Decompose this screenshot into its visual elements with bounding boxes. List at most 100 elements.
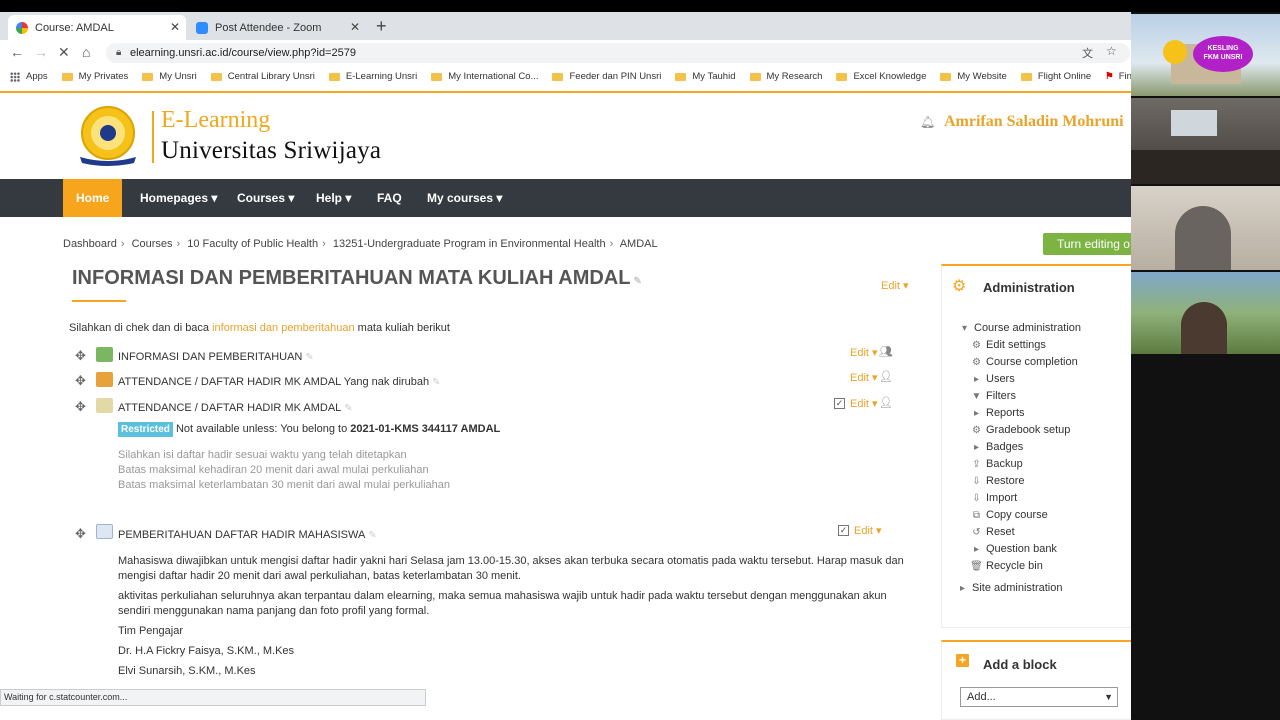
completion-checkbox[interactable]: ✓ (834, 398, 845, 409)
activity-link[interactable]: PEMBERITAHUAN DAFTAR HADIR MAHASISWA ✎ (118, 529, 377, 541)
forum-icon (96, 347, 113, 362)
notice-paragraph: Tim Pengajar (118, 625, 184, 637)
bookmark-folder[interactable]: Feeder dan PIN Unsri (552, 71, 661, 82)
group-mode-icon[interactable]: 👤︎ (879, 370, 893, 383)
site-administration-node[interactable]: ▸ Site administration (956, 582, 1063, 594)
admin-item-restore[interactable]: ⇩ Restore (970, 475, 1024, 487)
nav-home[interactable]: Home (63, 179, 123, 217)
notification-bell-icon[interactable]: 🔔︎ (920, 115, 935, 129)
activity-link[interactable]: ATTENDANCE / DAFTAR HADIR MK AMDAL Yang … (118, 376, 441, 388)
admin-item-badges[interactable]: ▸ Badges (970, 441, 1023, 453)
tab-course-amdal[interactable]: Course: AMDAL ✕ (8, 15, 186, 40)
bookmark-star-icon[interactable]: ☆ (1106, 44, 1117, 58)
attendance-note: Batas maksimal keterlambatan 30 menit da… (118, 479, 450, 491)
activity-edit-menu[interactable]: Edit ▾ (850, 346, 878, 359)
course-administration-node[interactable]: ▾ Course administration (958, 322, 1081, 334)
folder-icon (749, 72, 761, 81)
attendance-note: Batas maksimal kehadiran 20 menit dari a… (118, 464, 429, 476)
home-icon[interactable]: ⌂ (82, 44, 90, 60)
close-tab-icon[interactable]: ✕ (350, 20, 360, 34)
activity-link[interactable]: ATTENDANCE / DAFTAR HADIR MK AMDAL ✎ (118, 402, 353, 414)
bookmark-folder[interactable]: My International Co... (431, 71, 538, 82)
address-bar[interactable]: 🔒︎ elearning.unsri.ac.id/course/view.php… (106, 43, 1130, 63)
forward-icon[interactable]: → (34, 44, 48, 60)
activity-edit-menu[interactable]: Edit ▾ (850, 371, 878, 384)
activity-edit-menu[interactable]: Edit ▾ (850, 397, 878, 410)
bookmark-apps[interactable]: Apps (10, 71, 48, 82)
video-tile[interactable] (1131, 272, 1280, 354)
close-tab-icon[interactable]: ✕ (170, 20, 180, 34)
tab-title: Course: AMDAL (35, 21, 114, 34)
group-mode-icon[interactable]: 👤︎ (879, 396, 893, 409)
edit-pencil-icon: ✎ (344, 403, 353, 414)
info-link[interactable]: informasi dan pemberitahuan (212, 322, 354, 334)
activity-link[interactable]: INFORMASI DAN PEMBERITAHUAN ✎ (118, 351, 314, 363)
flag-icon: ⚑ (1105, 71, 1114, 82)
user-menu[interactable]: Amrifan Saladin Mohruni (944, 113, 1124, 131)
bookmark-folder[interactable]: My Privates (61, 71, 128, 82)
logo-subtitle: Universitas Sriwijaya (161, 137, 382, 164)
bookmark-folder[interactable]: Flight Online (1020, 71, 1091, 82)
video-tile[interactable]: KESLING FKM UNSRI (1131, 14, 1280, 96)
stop-loading-icon[interactable]: ✕ (58, 44, 70, 61)
nav-my-courses[interactable]: My courses ▾ (427, 179, 502, 217)
new-tab-icon[interactable]: + (376, 16, 387, 37)
add-block-select[interactable]: Add... ▼ (960, 687, 1118, 707)
bookmark-folder[interactable]: My Unsri (142, 71, 197, 82)
breadcrumb-dashboard[interactable]: Dashboard (63, 238, 117, 250)
admin-item-copy-course[interactable]: ⧉ Copy course (970, 509, 1048, 521)
folder-icon (431, 72, 443, 81)
video-tile[interactable] (1131, 186, 1280, 270)
import-icon: ⇩ (972, 492, 981, 504)
admin-item-reports[interactable]: ▸ Reports (970, 407, 1025, 419)
admin-item-users[interactable]: ▸ Users (970, 373, 1015, 385)
bookmark-folder[interactable]: Central Library Unsri (210, 71, 315, 82)
bookmark-folder[interactable]: My Research (749, 71, 822, 82)
edit-pencil-icon[interactable]: ✎ (633, 276, 641, 287)
section-edit-menu[interactable]: Edit ▾ (881, 279, 909, 292)
section-summary: Silahkan di chek dan di baca informasi d… (69, 322, 450, 334)
download-icon: ⇩ (972, 475, 981, 487)
bookmark-folder[interactable]: Excel Knowledge (836, 71, 926, 82)
folder-icon (1020, 72, 1032, 81)
breadcrumb-faculty[interactable]: 10 Faculty of Public Health (187, 238, 318, 250)
whiteboard-image (1171, 110, 1217, 136)
breadcrumb-course[interactable]: AMDAL (620, 238, 658, 250)
translate-icon[interactable]: 文 (1082, 45, 1093, 61)
move-icon[interactable]: ✥ (75, 348, 86, 364)
video-tile[interactable] (1131, 98, 1280, 184)
nav-help[interactable]: Help ▾ (316, 179, 351, 217)
breadcrumb-courses[interactable]: Courses (132, 238, 173, 250)
gears-icon: ⚙ (952, 278, 967, 295)
nav-homepages[interactable]: Homepages ▾ (140, 179, 217, 217)
tab-zoom[interactable]: Post Attendee - Zoom ✕ (188, 15, 366, 40)
activity-edit-menu[interactable]: Edit ▾ (854, 524, 882, 537)
admin-item-recycle-bin[interactable]: 🗑︎ Recycle bin (970, 560, 1043, 572)
browser-status-bar: Waiting for c.statcounter.com... (0, 689, 426, 706)
participant-image (1175, 206, 1231, 270)
move-icon[interactable]: ✥ (75, 373, 86, 389)
move-icon[interactable]: ✥ (75, 526, 86, 542)
completion-checkbox[interactable]: ✓ (838, 525, 849, 536)
admin-item-gradebook-setup[interactable]: ⚙ Gradebook setup (970, 424, 1070, 436)
admin-item-course-completion[interactable]: ⚙ Course completion (970, 356, 1078, 368)
admin-item-import[interactable]: ⇩ Import (970, 492, 1017, 504)
breadcrumb-program[interactable]: 13251-Undergraduate Program in Environme… (333, 238, 606, 250)
back-icon[interactable]: ← (10, 44, 24, 60)
nav-courses[interactable]: Courses ▾ (237, 179, 294, 217)
nav-faq[interactable]: FAQ (377, 179, 402, 217)
admin-item-backup[interactable]: ⇪ Backup (970, 458, 1022, 470)
bookmark-folder[interactable]: My Tauhid (675, 71, 736, 82)
section-title: INFORMASI DAN PEMBERITAHUAN MATA KULIAH … (72, 267, 642, 289)
bookmark-folder[interactable]: E-Learning Unsri (328, 71, 417, 82)
group-mode-icon[interactable]: 👥︎ (879, 345, 893, 358)
bookmark-folder[interactable]: My Website (940, 71, 1007, 82)
admin-item-edit-settings[interactable]: ⚙ Edit settings (970, 339, 1046, 351)
admin-item-filters[interactable]: ▼ Filters (970, 390, 1016, 402)
bookmark-link[interactable]: ⚑Finite Element A (1105, 71, 1131, 82)
collapsed-arrow-icon: ▸ (959, 582, 966, 594)
admin-item-question-bank[interactable]: ▸ Question bank (970, 543, 1057, 555)
turn-editing-button[interactable]: Turn editing o (1043, 233, 1131, 255)
move-icon[interactable]: ✥ (75, 399, 86, 415)
admin-item-reset[interactable]: ↺ Reset (970, 526, 1014, 538)
